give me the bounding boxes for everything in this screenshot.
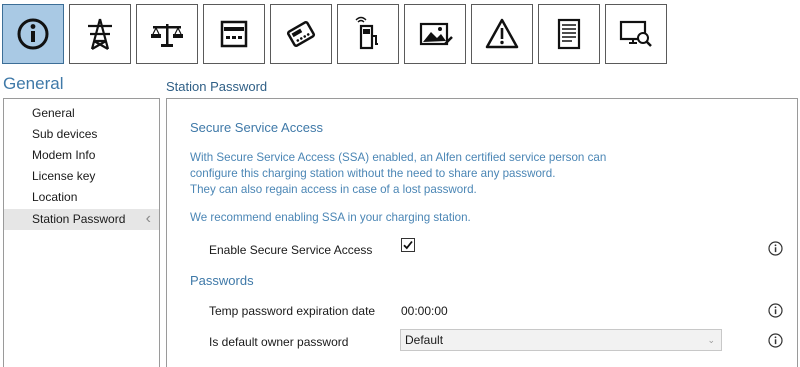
sidebar-item-label: Location — [32, 190, 78, 204]
payment-terminal-icon — [286, 21, 316, 47]
passwords-heading: Passwords — [190, 273, 254, 288]
default-owner-select[interactable]: Default ⌄ — [400, 329, 722, 351]
chevron-left-icon: ‹ — [145, 210, 151, 227]
toolbar-button-info[interactable] — [2, 4, 64, 64]
sidebar-item-license-key[interactable]: License key — [4, 166, 159, 187]
document-icon — [557, 18, 581, 50]
info-icon[interactable] — [768, 241, 783, 256]
ssa-description-line-1: With Secure Service Access (SSA) enabled… — [190, 151, 607, 164]
sidebar-item-modem-info[interactable]: Modem Info — [4, 145, 159, 166]
warning-icon — [485, 18, 519, 49]
sidebar: General Sub devices Modem Info License k… — [3, 98, 160, 367]
ssa-heading: Secure Service Access — [190, 120, 323, 135]
sidebar-item-label: License key — [32, 169, 96, 183]
temp-expiration-value: 00:00:00 — [401, 304, 448, 318]
sidebar-item-location[interactable]: Location — [4, 187, 159, 208]
default-owner-label: Is default owner password — [209, 335, 349, 349]
default-owner-select-value: Default — [405, 333, 444, 347]
power-tower-icon — [88, 18, 112, 50]
toolbar-button-charging[interactable] — [337, 4, 399, 64]
toolbar-button-balance[interactable] — [136, 4, 198, 64]
enable-ssa-checkbox[interactable] — [401, 238, 415, 252]
sidebar-item-label: Modem Info — [32, 148, 96, 162]
sidebar-item-label: Station Password — [32, 212, 126, 226]
info-icon[interactable] — [768, 303, 783, 318]
toolbar-button-payment[interactable] — [270, 4, 332, 64]
chevron-down-icon: ⌄ — [707, 335, 715, 345]
sidebar-item-sub-devices[interactable]: Sub devices — [4, 124, 159, 145]
info-icon[interactable] — [768, 333, 783, 348]
picture-edit-icon — [419, 22, 453, 46]
toolbar-button-warning[interactable] — [471, 4, 533, 64]
ssa-description-line-2: configure this charging station without … — [190, 167, 556, 180]
toolbar-button-grid[interactable] — [69, 4, 131, 64]
toolbar-button-monitor[interactable] — [605, 4, 667, 64]
info-icon — [17, 18, 49, 50]
sidebar-item-station-password[interactable]: Station Password ‹ — [4, 209, 159, 230]
monitor-search-icon — [619, 20, 652, 47]
section-title: General — [3, 74, 64, 93]
sidebar-item-general[interactable]: General — [4, 103, 159, 124]
ssa-description-line-3: They can also regain access in case of a… — [190, 183, 477, 196]
toolbar-button-card[interactable] — [203, 4, 265, 64]
checkmark-icon — [403, 240, 413, 250]
main-panel: Secure Service Access With Secure Servic… — [166, 98, 798, 367]
enable-ssa-label: Enable Secure Service Access — [209, 243, 373, 257]
balance-scale-icon — [151, 24, 183, 47]
sidebar-item-label: Sub devices — [32, 127, 98, 141]
card-reader-icon — [220, 20, 248, 48]
toolbar-button-document[interactable] — [538, 4, 600, 64]
toolbar-button-picture[interactable] — [404, 4, 466, 64]
sidebar-item-label: General — [32, 106, 75, 120]
charging-station-icon — [355, 16, 378, 50]
ssa-recommendation: We recommend enabling SSA in your chargi… — [190, 211, 471, 224]
page-title: Station Password — [166, 79, 268, 94]
temp-expiration-label: Temp password expiration date — [209, 304, 376, 318]
